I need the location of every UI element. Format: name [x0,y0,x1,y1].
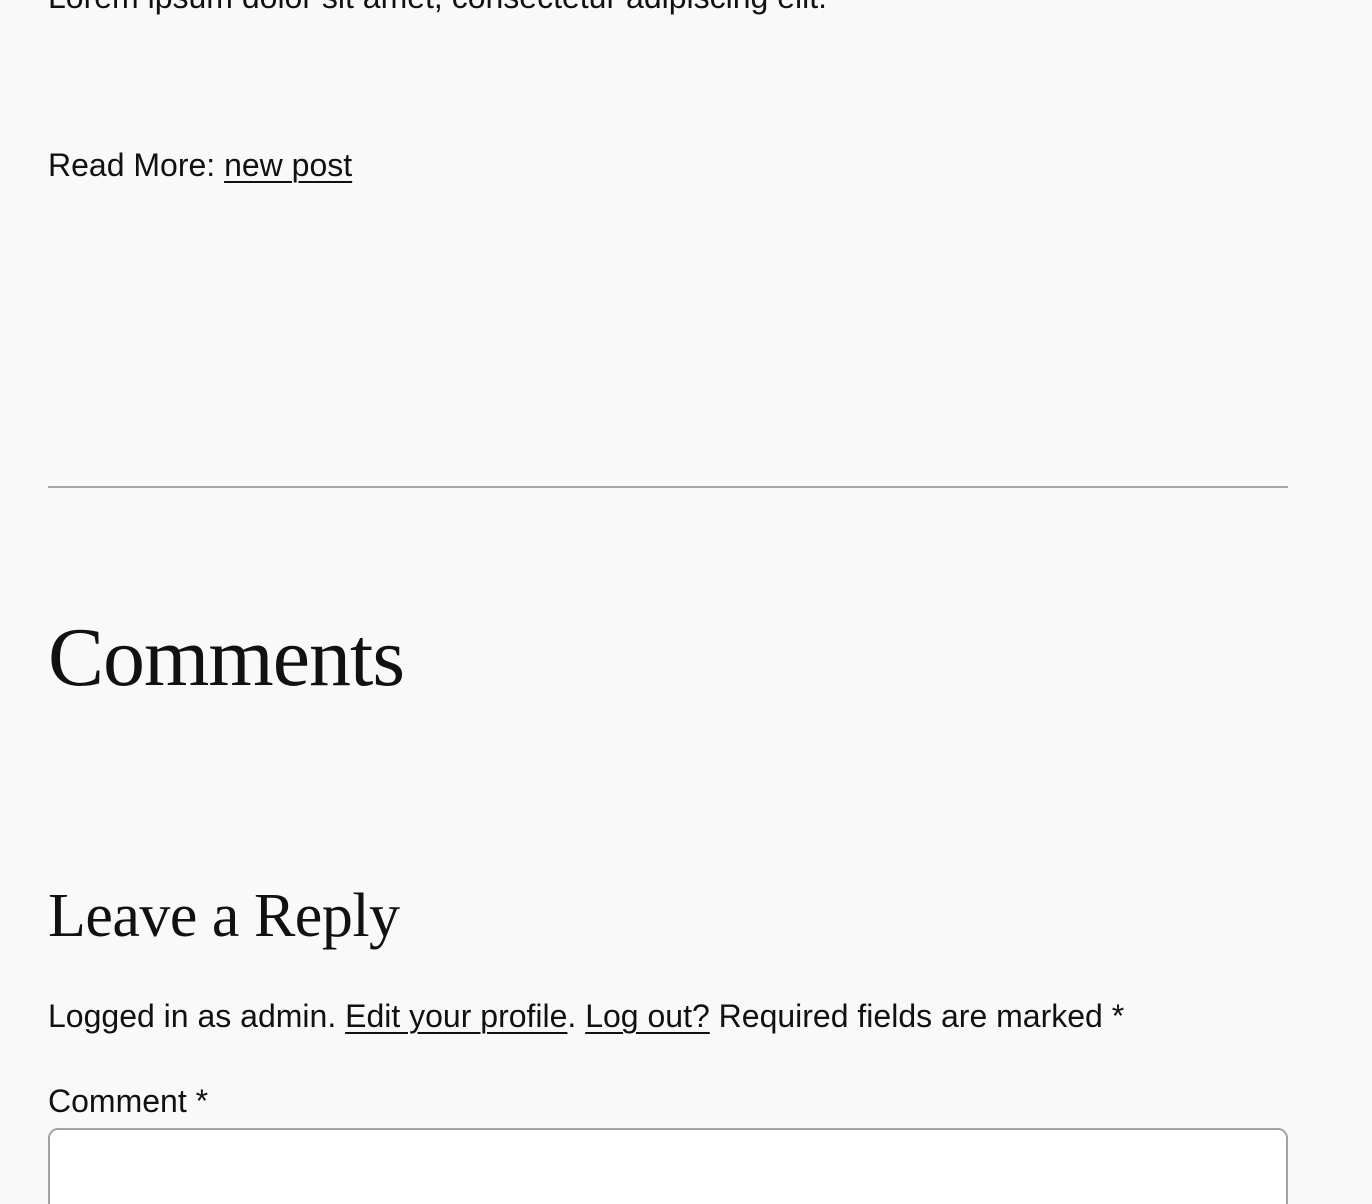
read-more-line: Read More: new post [48,146,352,184]
leave-reply-heading: Leave a Reply [48,882,400,950]
new-post-link[interactable]: new post [224,147,352,183]
required-fields-text: Required fields are marked [709,998,1112,1034]
post-excerpt-cut-line: Lorem ipsum dolor sit amet, consectetur … [48,0,827,16]
logged-in-notice: Logged in as admin. Edit your profile. L… [48,997,1124,1035]
required-marker: * [1111,998,1125,1034]
comments-heading: Comments [48,611,405,704]
comment-required-marker: * [195,1083,209,1119]
logout-link[interactable]: Log out? [585,998,710,1034]
comment-textarea[interactable] [48,1128,1288,1204]
content-separator [48,486,1288,488]
logged-in-text: Logged in as admin. [48,998,346,1034]
comment-label-text: Comment [48,1083,187,1119]
edit-profile-link[interactable]: Edit your profile [345,998,567,1034]
comment-label: Comment * [48,1082,208,1120]
period-text: . [567,998,577,1034]
read-more-prefix: Read More: [48,147,225,183]
